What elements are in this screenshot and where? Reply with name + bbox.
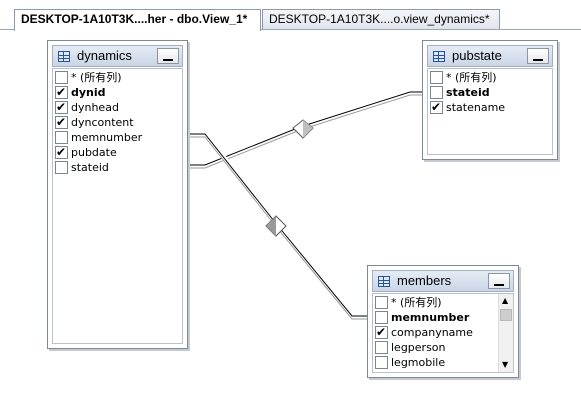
column-label: memnumber	[71, 131, 143, 144]
minimize-icon[interactable]	[527, 48, 549, 64]
column-label: pubdate	[71, 146, 117, 159]
table-header-dynamics[interactable]: dynamics	[52, 45, 183, 67]
column-label: * (所有列)	[391, 296, 442, 309]
column-row[interactable]: memnumber	[375, 310, 495, 325]
tab-view-dynamics[interactable]: DESKTOP-1A10T3K....o.view_dynamics*	[262, 9, 500, 30]
column-row[interactable]: legperson	[375, 340, 495, 355]
table-icon	[58, 51, 70, 62]
column-checkbox[interactable]	[430, 71, 443, 84]
table-header-members[interactable]: members	[372, 270, 514, 292]
column-list-members: ▲ ▼ * (所有列) memnumber companyname legperson…	[372, 293, 514, 373]
scroll-up-arrow-icon[interactable]: ▲	[499, 294, 513, 308]
table-icon	[433, 51, 445, 62]
scroll-down-arrow-icon[interactable]: ▼	[499, 358, 513, 372]
column-checkbox[interactable]	[375, 324, 388, 340]
column-checkbox[interactable]	[375, 296, 388, 309]
column-label: stateid	[446, 86, 490, 99]
column-label: companyname	[391, 326, 473, 339]
column-row[interactable]: dynid	[55, 84, 175, 100]
column-row[interactable]: companyname	[375, 324, 495, 340]
table-box-dynamics[interactable]: dynamics * (所有列) dynid dynhead dyncontent me…	[47, 40, 188, 349]
column-row[interactable]: pubdate	[55, 144, 175, 160]
column-row[interactable]: statename	[430, 99, 550, 115]
column-row[interactable]: dyncontent	[55, 114, 175, 130]
column-row[interactable]: * (所有列)	[375, 295, 495, 310]
column-checkbox[interactable]	[430, 86, 443, 99]
document-tab-strip: DESKTOP-1A10T3K....her - dbo.View_1* DES…	[0, 0, 581, 31]
table-box-members[interactable]: members ▲ ▼ * (所有列) memnumber companyname l…	[367, 265, 519, 378]
column-label: * (所有列)	[71, 71, 122, 84]
scrollbar-thumb[interactable]	[500, 309, 512, 321]
minimize-icon[interactable]	[488, 273, 510, 289]
column-row[interactable]: memnumber	[55, 130, 175, 145]
column-checkbox[interactable]	[55, 71, 68, 84]
column-checkbox[interactable]	[55, 84, 68, 100]
column-checkbox[interactable]	[430, 99, 443, 115]
column-label: dynhead	[71, 101, 119, 114]
column-row[interactable]: stateid	[55, 160, 175, 175]
column-checkbox[interactable]	[55, 161, 68, 174]
table-title: dynamics	[77, 48, 132, 63]
column-row[interactable]: dynhead	[55, 99, 175, 115]
table-title: pubstate	[452, 48, 502, 63]
column-checkbox[interactable]	[375, 356, 388, 369]
tab-view-1[interactable]: DESKTOP-1A10T3K....her - dbo.View_1*	[14, 9, 261, 31]
table-title: members	[397, 273, 452, 288]
diagram-pane[interactable]: dynamics * (所有列) dynid dynhead dyncontent me…	[0, 30, 581, 410]
vertical-scrollbar[interactable]: ▲ ▼	[498, 294, 513, 372]
table-box-pubstate[interactable]: pubstate * (所有列) stateid statename	[422, 40, 558, 160]
column-label: statename	[446, 101, 506, 114]
column-checkbox[interactable]	[375, 311, 388, 324]
column-label: dynid	[71, 86, 106, 99]
column-checkbox[interactable]	[375, 341, 388, 354]
column-row[interactable]: legmobile	[375, 355, 495, 370]
column-row[interactable]: * (所有列)	[430, 70, 550, 85]
column-checkbox[interactable]	[55, 99, 68, 115]
minimize-icon[interactable]	[157, 48, 179, 64]
column-checkbox[interactable]	[55, 114, 68, 130]
column-label: stateid	[71, 161, 109, 174]
column-label: dyncontent	[71, 116, 134, 129]
column-checkbox[interactable]	[55, 131, 68, 144]
column-row[interactable]: stateid	[430, 85, 550, 100]
column-label: memnumber	[391, 311, 470, 324]
column-list-pubstate: * (所有列) stateid statename	[427, 68, 553, 155]
column-label: legperson	[391, 341, 446, 354]
table-icon	[378, 276, 390, 287]
table-header-pubstate[interactable]: pubstate	[427, 45, 553, 67]
column-label: legmobile	[391, 356, 446, 369]
column-list-dynamics: * (所有列) dynid dynhead dyncontent memnumber pu…	[52, 68, 183, 344]
column-label: * (所有列)	[446, 71, 497, 84]
column-checkbox[interactable]	[55, 144, 68, 160]
column-row[interactable]: * (所有列)	[55, 70, 175, 85]
